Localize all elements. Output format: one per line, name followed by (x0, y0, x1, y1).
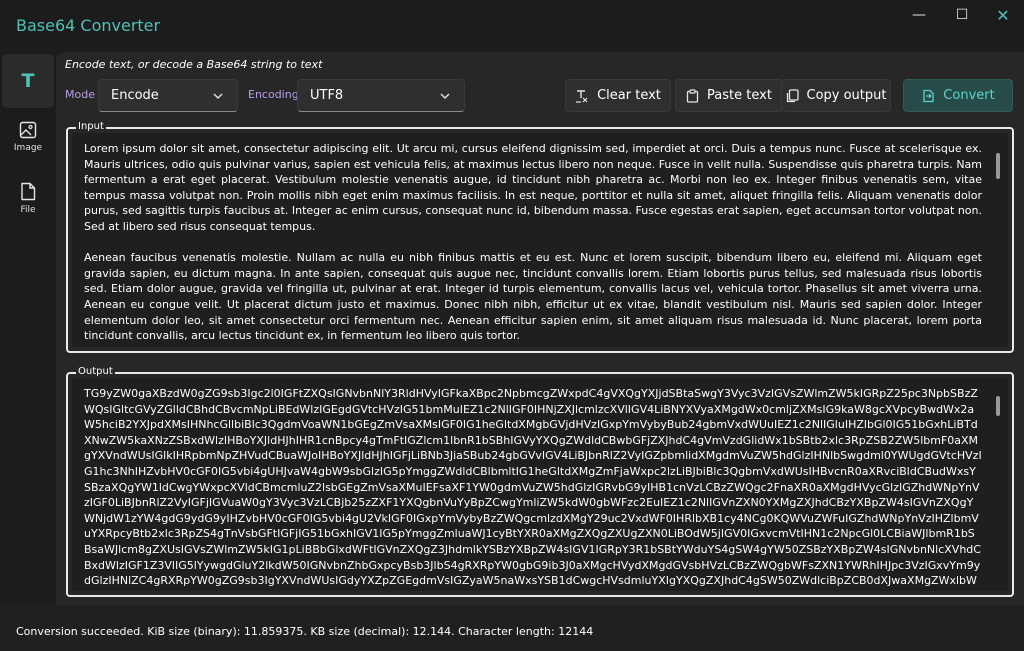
chevron-down-icon (213, 93, 223, 99)
mode-select[interactable]: Encode (98, 79, 238, 112)
text-icon: T (21, 70, 35, 92)
mode-value: Encode (111, 88, 159, 103)
chevron-down-icon (440, 93, 450, 99)
status-text: Conversion succeeded. KiB size (binary):… (16, 625, 594, 638)
output-text: TG9yZW0gaXBzdW0gZG9sb3Igc2l0IGFtZXQsIGNv… (84, 387, 982, 591)
close-icon: ✕ (996, 5, 1010, 25)
sidebar: T Image File (0, 52, 56, 605)
encoding-value: UTF8 (310, 88, 344, 103)
input-text: Lorem ipsum dolor sit amet, consectetur … (84, 142, 982, 343)
sidebar-item-label: File (20, 205, 36, 215)
sidebar-item-text[interactable]: T (2, 54, 54, 108)
encoding-label: Encoding (248, 88, 299, 101)
page-subtitle: Encode text, or decode a Base64 string t… (65, 58, 323, 71)
output-group: Output TG9yZW0gaXBzdW0gZG9sb3Igc2l0IGFtZ… (66, 366, 1014, 597)
mode-label: Mode (65, 88, 95, 101)
maximize-icon: ☐ (955, 7, 969, 23)
encoding-select[interactable]: UTF8 (297, 79, 465, 112)
sidebar-item-file[interactable]: File (2, 182, 54, 215)
app-title: Base64 Converter (16, 16, 161, 35)
paste-icon (686, 88, 699, 103)
clear-text-label: Clear text (597, 88, 661, 103)
convert-icon (923, 89, 934, 102)
minimize-button[interactable]: — (904, 6, 934, 24)
paste-text-label: Paste text (707, 88, 772, 103)
output-textarea[interactable]: TG9yZW0gaXBzdW0gZG9sb3Igc2l0IGFtZXQsIGNv… (72, 378, 1008, 591)
title-bar: Base64 Converter — ☐ ✕ (0, 0, 1024, 52)
copy-icon (786, 88, 799, 102)
paste-text-button[interactable]: Paste text (675, 79, 783, 112)
input-legend: Input (76, 121, 106, 133)
clear-format-icon (576, 89, 588, 103)
close-button[interactable]: ✕ (988, 5, 1018, 25)
sidebar-item-label: Image (13, 143, 43, 153)
main-panel: Encode text, or decode a Base64 string t… (56, 52, 1024, 605)
clear-text-button[interactable]: Clear text (565, 79, 671, 112)
convert-button[interactable]: Convert (903, 79, 1013, 112)
convert-label: Convert (943, 88, 995, 103)
maximize-button[interactable]: ☐ (947, 6, 977, 24)
minimize-icon: — (912, 7, 926, 23)
image-icon (19, 121, 37, 139)
sidebar-item-image[interactable]: Image (2, 121, 54, 153)
output-scrollbar[interactable] (996, 396, 1000, 416)
input-group: Input Lorem ipsum dolor sit amet, consec… (66, 121, 1014, 353)
output-legend: Output (76, 366, 115, 378)
copy-output-button[interactable]: Copy output (781, 79, 891, 112)
status-bar: Conversion succeeded. KiB size (binary):… (0, 605, 1024, 651)
copy-output-label: Copy output (806, 88, 887, 103)
input-scrollbar[interactable] (996, 153, 1000, 179)
input-textarea[interactable]: Lorem ipsum dolor sit amet, consectetur … (72, 133, 1008, 347)
file-icon (20, 182, 36, 201)
